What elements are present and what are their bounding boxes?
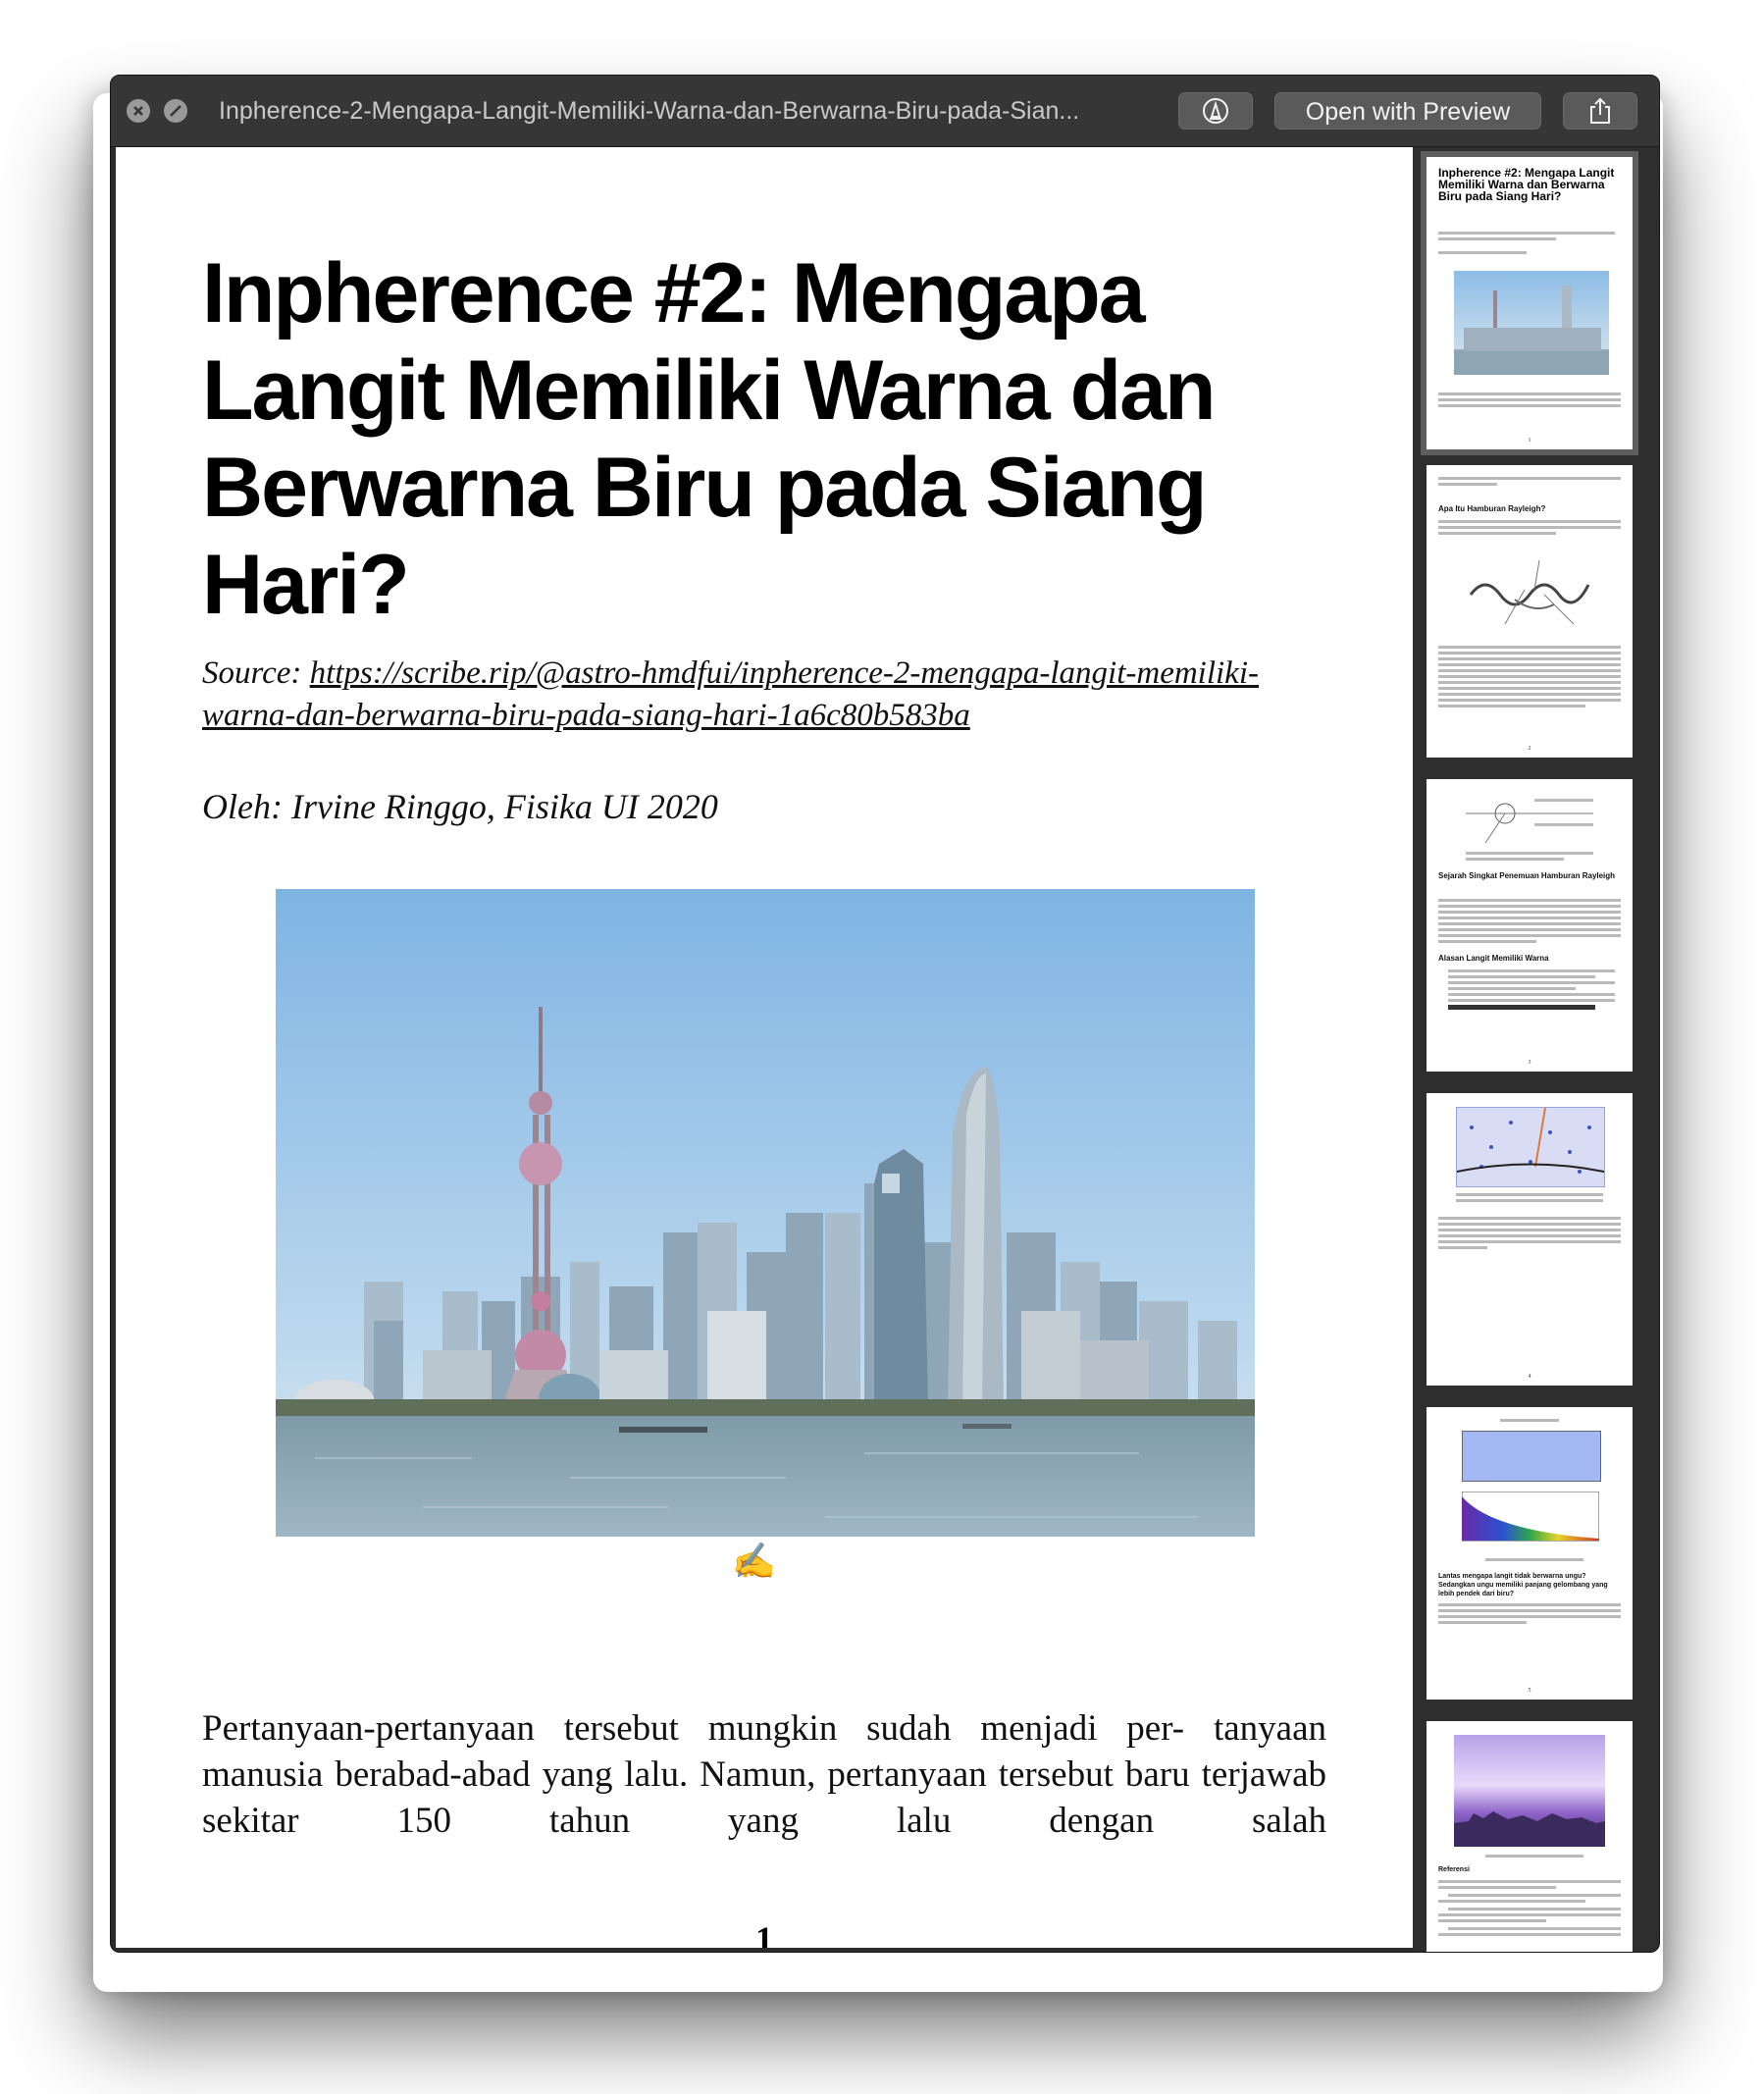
thumbnail-page-6[interactable]: Referensi bbox=[1427, 1721, 1633, 1952]
page-number: 1 bbox=[755, 1919, 773, 1948]
thumbnail-number: 3 bbox=[1528, 1060, 1531, 1066]
thumbnail-rayleigh-diagram bbox=[1466, 799, 1593, 844]
window-title: Inpherence-2-Mengapa-Langit-Memiliki-War… bbox=[219, 97, 1080, 125]
markup-button[interactable] bbox=[1178, 92, 1253, 130]
source-link[interactable]: https://scribe.rip/@astro-hmdfui/inphere… bbox=[202, 655, 1259, 733]
source-label: Source: bbox=[202, 655, 310, 691]
author-line: Oleh: Irvine Ringgo, Fisika UI 2020 bbox=[202, 787, 718, 826]
document-title: Inpherence #2: Mengapa Langit Memiliki W… bbox=[202, 246, 1217, 632]
body-paragraph: Pertanyaan-pertanyaan tersebut mungkin s… bbox=[202, 1708, 1326, 1841]
thumbnail-number: 2 bbox=[1528, 746, 1531, 752]
source-line: Source: https://scribe.rip/@astro-hmdfui… bbox=[202, 653, 1340, 737]
thumbnail-skyline-image bbox=[1454, 271, 1609, 375]
thumbnail-heading-1: Sejarah Singkat Penemuan Hamburan Raylei… bbox=[1438, 871, 1616, 880]
thumbnail-spectrum-chart bbox=[1462, 1492, 1599, 1542]
fullscreen-icon bbox=[170, 105, 182, 117]
thumbnail-page-2[interactable]: Apa Itu Hamburan Rayleigh? 2 bbox=[1427, 465, 1633, 758]
close-button[interactable] bbox=[127, 99, 150, 123]
thumbnail-number: 5 bbox=[1528, 1688, 1531, 1694]
thumbnail-heading-2: Alasan Langit Memiliki Warna bbox=[1438, 954, 1549, 963]
thumbnail-purple-sky-image bbox=[1454, 1735, 1605, 1847]
thumbnail-sidebar: Inpherence #2: Mengapa Langit Memiliki W… bbox=[1413, 147, 1659, 1952]
thumbnail-page-1[interactable]: Inpherence #2: Mengapa Langit Memiliki W… bbox=[1421, 151, 1638, 455]
close-icon bbox=[133, 106, 143, 116]
thumbnail-scatter-diagram bbox=[1469, 559, 1590, 625]
thumbnail-page-5[interactable]: Lantas mengapa langit tidak berwarna ung… bbox=[1427, 1407, 1633, 1700]
thumbnail-heading: Apa Itu Hamburan Rayleigh? bbox=[1438, 504, 1546, 513]
share-button[interactable] bbox=[1563, 92, 1637, 130]
thumbnail-number: 1 bbox=[1528, 438, 1531, 444]
thumbnail-heading: Referensi bbox=[1438, 1866, 1470, 1873]
thumbnail-number: 4 bbox=[1528, 1374, 1531, 1380]
thumbnail-atmosphere-diagram bbox=[1456, 1107, 1605, 1187]
thumbnail-sky-color-swatch bbox=[1462, 1431, 1601, 1482]
share-icon bbox=[1590, 97, 1610, 124]
skyline-image bbox=[276, 889, 1255, 1537]
thumbnail-heading: Lantas mengapa langit tidak berwarna ung… bbox=[1438, 1573, 1608, 1597]
thumbnail-page-4[interactable]: 4 bbox=[1427, 1093, 1633, 1386]
open-with-preview-button[interactable]: Open with Preview bbox=[1274, 92, 1541, 130]
thumbnail-page-3[interactable]: Sejarah Singkat Penemuan Hamburan Raylei… bbox=[1427, 779, 1633, 1072]
quicklook-window: Inpherence-2-Mengapa-Langit-Memiliki-War… bbox=[110, 75, 1660, 1953]
thumbnail-title: Inpherence #2: Mengapa Langit Memiliki W… bbox=[1438, 166, 1615, 203]
document-page[interactable]: Inpherence #2: Mengapa Langit Memiliki W… bbox=[116, 147, 1413, 1948]
title-bar: Inpherence-2-Mengapa-Langit-Memiliki-War… bbox=[111, 76, 1659, 147]
caption-writing-hand-icon: ✍ bbox=[732, 1541, 776, 1581]
fullscreen-button[interactable] bbox=[164, 99, 187, 123]
markup-pen-icon bbox=[1203, 98, 1228, 124]
